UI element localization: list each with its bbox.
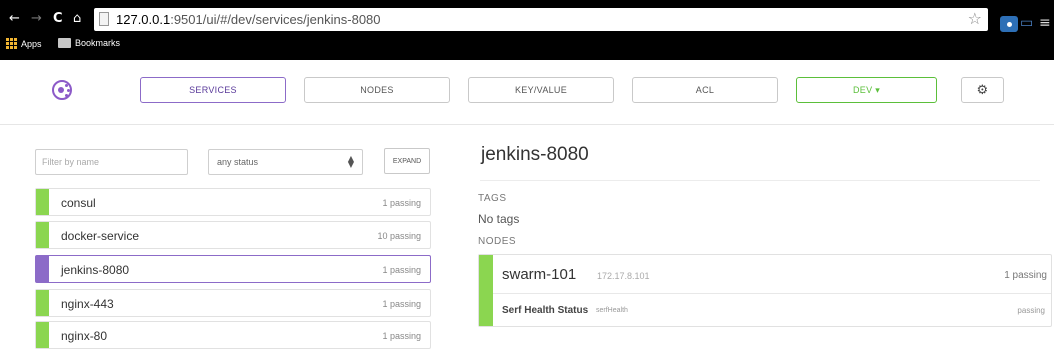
select-arrows-icon: ▲ ▼ [347, 154, 354, 169]
bookmarks-bar: Apps Bookmarks [0, 35, 1054, 55]
health-bar [36, 290, 49, 316]
node-health-bar [479, 255, 493, 326]
browser-chrome: ← → C ⌂ 127.0.0.1:9501/ui/#/dev/services… [0, 0, 1054, 60]
bookmark-apps-label: Apps [21, 38, 42, 49]
service-name: nginx-443 [61, 297, 114, 311]
node-card[interactable]: swarm-101 172.17.8.101 1 passing Serf He… [478, 254, 1052, 327]
service-name: jenkins-8080 [61, 263, 130, 277]
folder-icon [58, 38, 71, 48]
nav-acl-button[interactable]: ACL [632, 77, 778, 103]
datacenter-dropdown[interactable]: DEV ▾ [796, 77, 937, 103]
extension-icon[interactable] [1000, 16, 1018, 32]
service-name: nginx-80 [61, 329, 108, 343]
settings-button[interactable]: ⚙ [961, 77, 1004, 103]
nav-key-value-button[interactable]: KEY/VALUE [468, 77, 614, 103]
url-path: :9501/ui/#/dev/services/jenkins-8080 [170, 12, 381, 27]
service-row-docker-service[interactable]: docker-service 10 passing [35, 221, 431, 249]
bookmark-bookmarks[interactable]: Bookmarks [58, 38, 120, 48]
service-row-consul[interactable]: consul 1 passing [35, 188, 431, 216]
node-ip: 172.17.8.101 [597, 271, 650, 281]
health-bar [36, 189, 49, 215]
service-name: docker-service [61, 229, 140, 243]
expand-button[interactable]: EXPAND [384, 148, 430, 174]
service-row-nginx-80[interactable]: nginx-80 1 passing [35, 321, 431, 349]
filter-by-name-input[interactable] [35, 149, 188, 175]
menu-icon[interactable]: ≡ [1039, 14, 1051, 32]
bookmark-apps[interactable]: Apps [6, 38, 42, 49]
address-bar[interactable]: 127.0.0.1:9501/ui/#/dev/services/jenkins… [94, 8, 988, 31]
service-status: 1 passing [382, 265, 421, 275]
nodes-label: NODES [478, 236, 517, 247]
service-name: consul [61, 196, 96, 210]
back-arrow-icon[interactable]: ← [9, 10, 20, 28]
service-row-jenkins-8080[interactable]: jenkins-8080 1 passing [35, 255, 431, 283]
health-bar [36, 222, 49, 248]
health-bar [36, 256, 49, 282]
service-status: 1 passing [382, 331, 421, 341]
reload-icon[interactable]: C [53, 10, 63, 28]
cast-icon[interactable]: ▭ [1020, 14, 1033, 32]
service-status: 1 passing [382, 299, 421, 309]
home-icon[interactable]: ⌂ [73, 10, 81, 28]
check-name: Serf Health Status [502, 305, 589, 316]
nav-nodes-button[interactable]: NODES [304, 77, 450, 103]
apps-grid-icon [6, 38, 17, 49]
node-status: 1 passing [1004, 270, 1047, 281]
bookmark-bookmarks-label: Bookmarks [75, 38, 121, 48]
node-name[interactable]: swarm-101 [502, 266, 576, 283]
top-nav: SERVICES NODES KEY/VALUE ACL DEV ▾ ⚙ [0, 60, 1054, 120]
service-detail-title: jenkins-8080 [481, 144, 589, 165]
bookmark-star-icon[interactable]: ☆ [968, 9, 982, 28]
forward-arrow-icon[interactable]: → [31, 10, 42, 28]
browser-toolbar: ← → C ⌂ 127.0.0.1:9501/ui/#/dev/services… [0, 7, 1054, 33]
gear-icon: ⚙ [976, 82, 989, 98]
service-status: 1 passing [382, 198, 421, 208]
status-select-value: any status [217, 157, 259, 167]
page-icon [99, 12, 109, 26]
health-check-row[interactable]: Serf Health Status serfHealth passing [493, 293, 1051, 326]
url-host: 127.0.0.1 [116, 12, 171, 27]
nav-services-button[interactable]: SERVICES [140, 77, 286, 103]
tags-label: TAGS [478, 193, 507, 204]
url-text[interactable]: 127.0.0.1:9501/ui/#/dev/services/jenkins… [116, 12, 381, 27]
tags-value: No tags [478, 212, 520, 226]
status-select[interactable]: any status ▲ ▼ [208, 149, 363, 175]
service-status: 10 passing [377, 231, 421, 241]
check-status: passing [1017, 306, 1045, 315]
check-id: serfHealth [596, 307, 628, 314]
detail-divider [480, 180, 1040, 181]
consul-logo-icon[interactable] [52, 80, 72, 100]
header-divider [0, 124, 1054, 125]
service-row-nginx-443[interactable]: nginx-443 1 passing [35, 289, 431, 317]
health-bar [36, 322, 49, 348]
